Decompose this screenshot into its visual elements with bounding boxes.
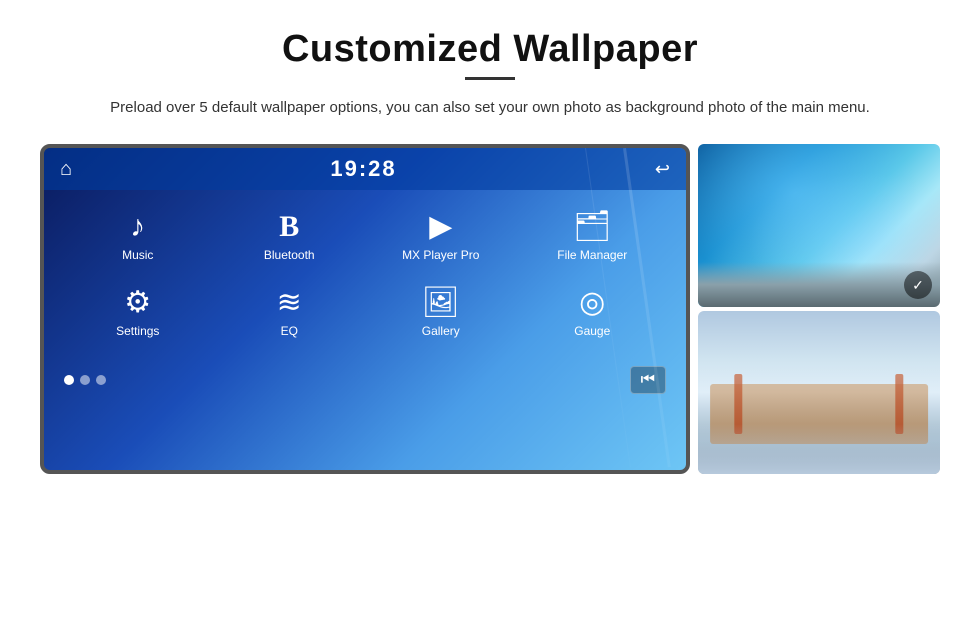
page-title: Customized Wallpaper: [282, 28, 698, 71]
title-divider: [465, 77, 515, 80]
eq-icon: ≋: [277, 288, 302, 318]
content-row: ⌂ 19:28 ↩ ♪ Music B Bluetooth ▶ M: [40, 144, 940, 474]
dot-1[interactable]: [64, 375, 74, 385]
app-mxplayer-label: MX Player Pro: [402, 248, 479, 262]
home-icon: ⌂: [60, 158, 72, 181]
app-eq[interactable]: ≋ EQ: [216, 276, 364, 344]
screen-time: 19:28: [330, 156, 396, 182]
thumbnail-badge-check: ✓: [904, 271, 932, 299]
gallery-icon: 🖼: [422, 288, 460, 318]
thumbnail-ice-cave: ✓: [698, 144, 940, 307]
screen-footer: ⏮: [44, 362, 686, 398]
app-grid-row2: ⚙ Settings ≋ EQ 🖼 Gallery ◎ Gauge: [44, 276, 686, 344]
app-filemanager-label: File Manager: [557, 248, 627, 262]
app-filemanager[interactable]: 🗂 File Manager: [519, 200, 667, 268]
app-bluetooth-label: Bluetooth: [264, 248, 315, 262]
app-settings-label: Settings: [116, 324, 159, 338]
screen-body: ♪ Music B Bluetooth ▶ MX Player Pro 🗂 Fi…: [44, 190, 686, 362]
thumbnail-column: ✓: [698, 144, 940, 474]
app-gauge-label: Gauge: [574, 324, 610, 338]
page-subtitle: Preload over 5 default wallpaper options…: [110, 96, 870, 120]
dot-indicators: [64, 375, 106, 385]
dot-2[interactable]: [80, 375, 90, 385]
app-mxplayer[interactable]: ▶ MX Player Pro: [367, 200, 515, 268]
car-screen: ⌂ 19:28 ↩ ♪ Music B Bluetooth ▶ M: [40, 144, 690, 474]
bridge-fog: [698, 424, 940, 474]
app-eq-label: EQ: [281, 324, 298, 338]
bridge-image: [698, 311, 940, 474]
dot-3[interactable]: [96, 375, 106, 385]
music-icon: ♪: [130, 212, 145, 242]
app-gallery[interactable]: 🖼 Gallery: [367, 276, 515, 344]
filemanager-icon: 🗂: [573, 212, 611, 242]
app-bluetooth[interactable]: B Bluetooth: [216, 200, 364, 268]
thumbnail-bridge: [698, 311, 940, 474]
skip-back-button[interactable]: ⏮: [630, 366, 666, 394]
back-icon: ↩: [655, 159, 670, 180]
app-music-label: Music: [122, 248, 153, 262]
app-gallery-label: Gallery: [422, 324, 460, 338]
app-music[interactable]: ♪ Music: [64, 200, 212, 268]
app-grid-row1: ♪ Music B Bluetooth ▶ MX Player Pro 🗂 Fi…: [44, 200, 686, 268]
mxplayer-icon: ▶: [429, 212, 452, 242]
settings-icon: ⚙: [124, 288, 151, 318]
gauge-icon: ◎: [579, 288, 605, 318]
app-settings[interactable]: ⚙ Settings: [64, 276, 212, 344]
bluetooth-icon: B: [279, 212, 299, 242]
